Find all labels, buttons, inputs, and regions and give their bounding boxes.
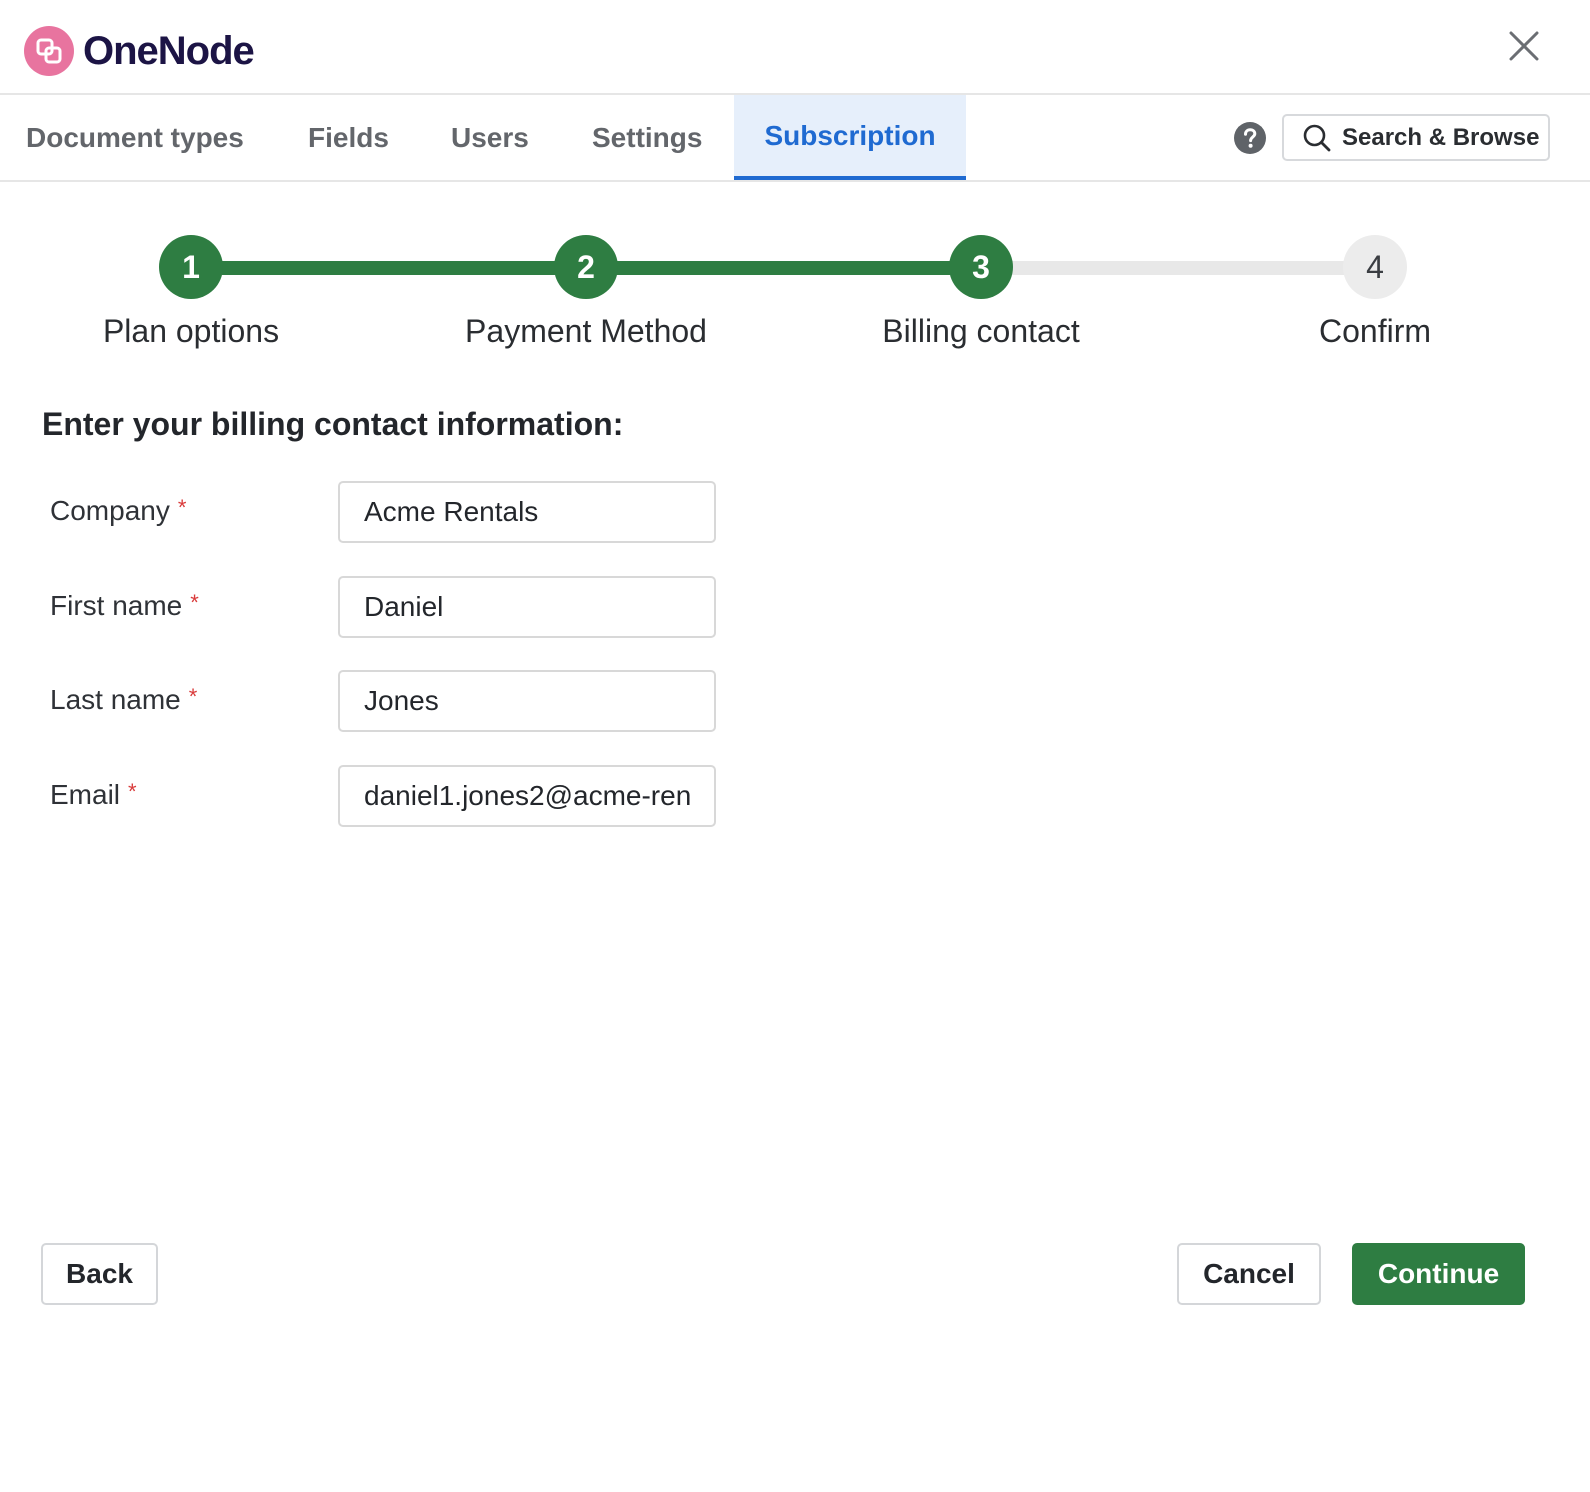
step-4-label: Confirm: [1318, 313, 1431, 349]
continue-button[interactable]: Continue: [1352, 1243, 1525, 1305]
last-name-input[interactable]: [338, 670, 716, 732]
email-input[interactable]: [338, 765, 716, 827]
app-header: OneNode: [0, 0, 1590, 95]
step-1-circle: 1: [159, 235, 223, 299]
search-browse-label: Search & Browse: [1342, 123, 1540, 151]
company-row: Company *: [0, 481, 800, 543]
last-name-label: Last name *: [50, 684, 198, 715]
step-2-label: Payment Method: [465, 313, 707, 349]
onenode-logo-icon: [24, 26, 74, 76]
first-name-input[interactable]: [338, 576, 716, 638]
company-label: Company *: [50, 495, 187, 526]
tab-document-types[interactable]: Document types: [26, 95, 244, 180]
step-connector-2-3: [616, 261, 950, 275]
tab-subscription[interactable]: Subscription: [734, 95, 966, 180]
main-tabs: Document types Fields Users Settings Sub…: [0, 95, 1590, 182]
required-marker: *: [188, 684, 198, 709]
last-name-row: Last name *: [0, 670, 800, 732]
form-heading: Enter your billing contact information:: [42, 406, 624, 442]
email-label: Email *: [50, 779, 137, 810]
required-marker: *: [128, 779, 137, 804]
required-marker: *: [190, 590, 199, 615]
back-button[interactable]: Back: [41, 1243, 158, 1305]
tab-users[interactable]: Users: [451, 95, 529, 180]
app-name: OneNode: [83, 28, 255, 73]
step-4-circle: 4: [1343, 235, 1407, 299]
close-icon[interactable]: [1505, 27, 1543, 65]
step-connector-1-2: [222, 261, 556, 275]
first-name-label: First name *: [50, 590, 199, 621]
email-row: Email *: [0, 765, 800, 827]
step-connector-3-4: [1010, 261, 1344, 275]
tab-settings[interactable]: Settings: [592, 95, 702, 180]
app-logo: OneNode: [24, 26, 255, 76]
step-3-label: Billing contact: [882, 313, 1080, 349]
company-input[interactable]: [338, 481, 716, 543]
progress-stepper: 1 2 3 4 Plan options Payment Method Bill…: [0, 235, 1590, 365]
help-circle-icon[interactable]: [1233, 121, 1267, 155]
tab-fields[interactable]: Fields: [308, 95, 389, 180]
step-2-circle: 2: [554, 235, 618, 299]
first-name-row: First name *: [0, 576, 800, 638]
step-1-label: Plan options: [102, 313, 280, 349]
required-marker: *: [177, 495, 187, 520]
search-icon: [1303, 124, 1331, 151]
cancel-button[interactable]: Cancel: [1177, 1243, 1321, 1305]
search-browse-button[interactable]: Search & Browse: [1282, 114, 1550, 161]
step-3-circle: 3: [949, 235, 1013, 299]
